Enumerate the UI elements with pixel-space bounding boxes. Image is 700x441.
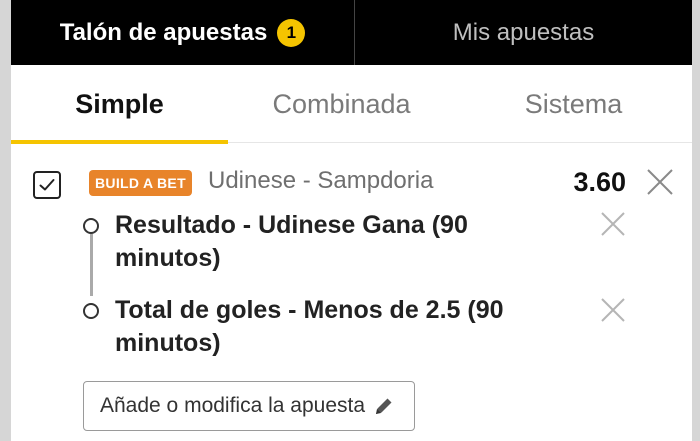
- tab-combinada[interactable]: Combinada: [228, 65, 455, 143]
- leg-marker: [83, 218, 99, 234]
- close-icon[interactable]: [646, 168, 674, 196]
- close-icon[interactable]: [600, 297, 626, 323]
- check-icon: [39, 179, 55, 191]
- tab-my-bets[interactable]: Mis apuestas: [354, 0, 692, 65]
- build-a-bet-badge: BUILD A BET: [89, 170, 192, 196]
- pencil-icon: [373, 395, 395, 417]
- bet-odds: 3.60: [573, 167, 626, 197]
- tab-bet-slip[interactable]: Talón de apuestas 1: [11, 0, 354, 65]
- bet-slip-header: Talón de apuestas 1 Mis apuestas: [11, 0, 692, 65]
- right-margin: [692, 0, 700, 441]
- leg-marker: [83, 303, 99, 319]
- left-margin: [0, 0, 11, 441]
- match-name: Udinese - Sampdoria: [208, 167, 434, 194]
- legs-connector: [90, 234, 93, 296]
- tab-sistema[interactable]: Sistema: [455, 65, 692, 143]
- edit-bet-label: Añade o modifica la apuesta: [100, 394, 366, 417]
- edit-bet-button[interactable]: Añade o modifica la apuesta: [83, 381, 415, 431]
- tab-bet-slip-label: Talón de apuestas: [59, 18, 268, 46]
- bet-type-tabs: Simple Combinada Sistema: [11, 65, 692, 144]
- bet-leg: Resultado - Udinese Gana (90 minutos): [115, 211, 468, 272]
- bet-leg: Total de goles - Menos de 2.5 (90 minuto…: [115, 296, 504, 357]
- tab-simple[interactable]: Simple: [11, 65, 228, 144]
- close-icon[interactable]: [600, 211, 626, 237]
- bet-slip-panel: Talón de apuestas 1 Mis apuestas Simple …: [11, 0, 692, 441]
- tab-my-bets-label: Mis apuestas: [452, 18, 595, 46]
- bet-count-badge: 1: [277, 18, 306, 47]
- bet-select-checkbox[interactable]: [33, 171, 61, 199]
